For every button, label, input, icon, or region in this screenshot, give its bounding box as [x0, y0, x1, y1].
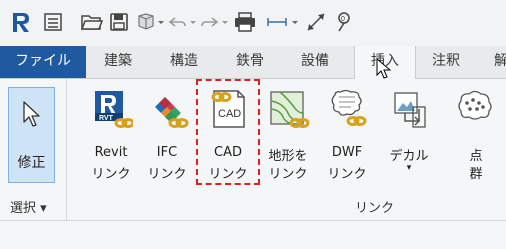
- print-icon[interactable]: [232, 10, 258, 34]
- svg-text:CAD: CAD: [218, 108, 241, 120]
- revit-window: 0 ファイル 建築 構造 鉄骨 設備 挿入 注釈 解 修正 選択 ▾ RVT R…: [0, 0, 506, 249]
- dwf-link-label-1: DWF: [331, 145, 363, 160]
- revit-link-label-2: リンク: [91, 167, 131, 182]
- ribbon: 修正 選択 ▾ RVT Revit リンク IFC リンク CAD CAD リン…: [0, 79, 506, 221]
- decal-dropdown-arrow[interactable]: ▾: [382, 163, 436, 173]
- dwf-link-icon: [331, 89, 367, 126]
- topography-link-label-1: 地形を: [268, 149, 308, 164]
- select-panel-dropdown[interactable]: 選択 ▾: [10, 197, 47, 216]
- point-cloud-label-1: 点: [469, 149, 483, 164]
- tab-annotate[interactable]: 注釈: [432, 46, 460, 78]
- dimension-icon[interactable]: [304, 10, 330, 34]
- save-icon[interactable]: [108, 10, 130, 34]
- cad-link-icon: CAD: [211, 90, 245, 128]
- undo-icon[interactable]: [168, 10, 198, 34]
- ifc-link-icon: [155, 97, 189, 128]
- tab-systems[interactable]: 設備: [301, 46, 329, 78]
- decal-icon: [394, 92, 426, 128]
- revit-link-label-1: Revit: [94, 145, 128, 160]
- tab-architecture[interactable]: 建築: [104, 46, 132, 78]
- dwf-link-button[interactable]: DWF リンク: [320, 79, 374, 185]
- ribbon-tab-bar: ファイル 建築 構造 鉄骨 設備 挿入 注釈 解: [0, 46, 506, 79]
- tab-structure[interactable]: 構造: [170, 46, 198, 78]
- svg-text:0: 0: [341, 16, 345, 23]
- link-panel-label: リンク: [355, 201, 395, 216]
- sync-icon[interactable]: [136, 10, 166, 34]
- tag-icon[interactable]: 0: [334, 10, 354, 34]
- select-panel: 修正 選択 ▾: [0, 79, 67, 220]
- svg-text:RVT: RVT: [99, 115, 114, 122]
- info-center-icon[interactable]: [42, 10, 64, 34]
- modify-button[interactable]: 修正: [8, 87, 55, 183]
- tab-steel[interactable]: 鉄骨: [236, 46, 264, 78]
- revit-link-button[interactable]: RVT Revit リンク: [84, 79, 138, 185]
- topography-link-label-2: リンク: [268, 167, 308, 182]
- measure-icon[interactable]: [266, 10, 300, 34]
- modify-label: 修正: [17, 155, 46, 171]
- cad-link-label-2: リンク: [208, 167, 248, 182]
- redo-icon[interactable]: [200, 10, 230, 34]
- tab-analyze[interactable]: 解: [494, 46, 506, 78]
- ifc-link-button[interactable]: IFC リンク: [140, 79, 194, 185]
- point-cloud-button[interactable]: 点 群: [446, 79, 506, 185]
- cad-link-button[interactable]: CAD CAD リンク: [201, 79, 255, 185]
- topography-link-button[interactable]: 地形を リンク: [261, 79, 315, 185]
- cursor-arrow-icon: [23, 101, 40, 127]
- ifc-link-label-2: リンク: [147, 167, 187, 182]
- point-cloud-icon: [458, 90, 492, 120]
- revit-link-icon: RVT: [95, 91, 133, 128]
- point-cloud-label-2: 群: [469, 167, 483, 182]
- decal-button[interactable]: デカル ▾: [382, 79, 436, 185]
- revit-logo-icon[interactable]: [10, 10, 32, 34]
- mouse-pointer-icon: [376, 58, 392, 79]
- tab-file[interactable]: ファイル: [0, 46, 86, 78]
- decal-label-1: デカル: [389, 149, 429, 164]
- dwf-link-label-2: リンク: [327, 167, 367, 182]
- cad-link-label-1: CAD: [214, 145, 242, 160]
- quick-access-toolbar: 0: [0, 0, 506, 46]
- open-folder-icon[interactable]: [80, 10, 104, 34]
- ifc-link-label-1: IFC: [156, 145, 178, 160]
- topography-link-icon: [270, 91, 310, 128]
